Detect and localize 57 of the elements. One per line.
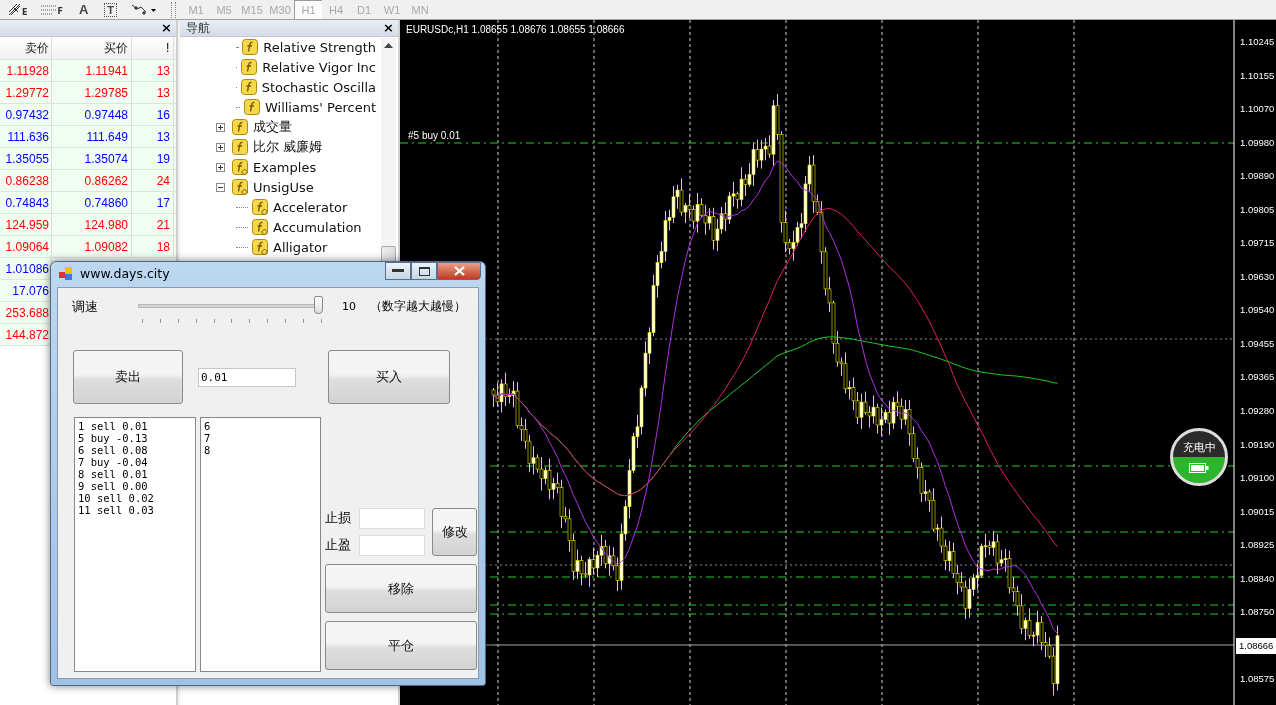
price-label: 1.09805 (1239, 202, 1276, 217)
speed-value: 10 (342, 300, 357, 313)
bid-price: 1.29772 (0, 82, 52, 103)
charging-label: 充电中 (1182, 439, 1216, 455)
stop-loss-label: 止损 (325, 510, 352, 527)
ask-price: 1.11941 (52, 60, 132, 81)
price-label: 1.09100 (1239, 471, 1276, 486)
speed-hint: （数字越大越慢） (370, 298, 466, 315)
ask-price: 124.980 (52, 214, 132, 235)
take-profit-label: 止盈 (325, 537, 352, 554)
ask-price: 111.649 (52, 126, 132, 147)
price-label: 1.09715 (1239, 236, 1276, 251)
price-label: 1.09890 (1239, 169, 1276, 184)
ask-price: 0.97448 (52, 104, 132, 125)
spread-value: 19 (132, 148, 174, 169)
bid-price: 0.74843 (0, 192, 52, 213)
bid-price: 1.35055 (0, 148, 52, 169)
price-label: 1.08750 (1239, 605, 1276, 620)
price-label: 1.10155 (1239, 68, 1276, 83)
bid-price: 0.97432 (0, 104, 52, 125)
ask-price: 1.09082 (52, 236, 132, 257)
bid-price: 111.636 (0, 126, 52, 147)
price-label: 1.08575 (1239, 672, 1276, 687)
current-price-label: 1.08666 (1236, 637, 1276, 654)
price-label: 1.09540 (1239, 303, 1276, 318)
price-label: 1.09980 (1239, 135, 1276, 150)
price-label: 1.09280 (1239, 404, 1276, 418)
spread-value: 17 (132, 192, 174, 213)
price-label: 1.09365 (1239, 370, 1276, 385)
spread-value: 18 (132, 236, 174, 257)
spread-value: 16 (132, 104, 174, 125)
price-label: 1.08925 (1239, 538, 1276, 553)
order-line-label: #5 buy 0.01 (408, 130, 461, 141)
bid-price: 124.959 (0, 214, 52, 235)
spread-value: 13 (132, 82, 174, 103)
price-label: 1.09455 (1239, 336, 1276, 351)
bid-price: 0.86238 (0, 170, 52, 191)
ask-price: 1.35074 (52, 148, 132, 169)
ask-price: 0.86262 (52, 170, 132, 191)
bid-price: 1.09064 (0, 236, 52, 257)
ask-price: 0.74860 (52, 192, 132, 213)
price-label: 1.08840 (1239, 571, 1276, 586)
window-title: www.days.city (80, 266, 170, 281)
spread-value: 24 (132, 170, 174, 191)
spread-value: 13 (132, 60, 174, 81)
price-label: 1.09015 (1239, 504, 1276, 519)
ask-price: 1.29785 (52, 82, 132, 103)
price-label: 1.09190 (1239, 437, 1276, 452)
bid-price: 1.11928 (0, 60, 52, 81)
spread-value: 21 (132, 214, 174, 235)
chart-header: EURUSDc,H1 1.08655 1.08676 1.08655 1.08666 (406, 24, 625, 35)
panel-title: 导航 (185, 20, 210, 37)
spread-value: 13 (132, 126, 174, 147)
price-label: 1.09630 (1239, 269, 1276, 284)
speed-label: 调速 (72, 298, 99, 316)
price-label: 1.10070 (1239, 102, 1276, 117)
price-label: 1.10245 (1239, 35, 1276, 49)
